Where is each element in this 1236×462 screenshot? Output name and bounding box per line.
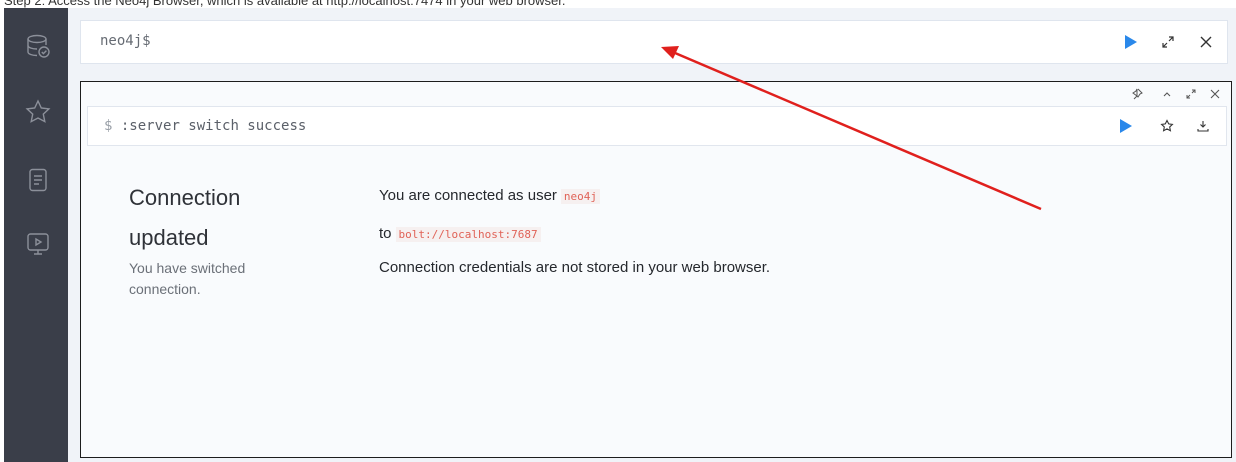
- frame-title-line2: updated: [129, 225, 209, 250]
- credentials-note: Connection credentials are not stored in…: [379, 259, 771, 276]
- caption-label: Step 2: Access the Neo4j Browser, which …: [4, 0, 566, 8]
- result-frame: $ :server switch success Connection upda…: [80, 81, 1232, 458]
- download-icon[interactable]: [1196, 119, 1210, 133]
- main-area: neo4j $ $:server switch success Connecti…: [68, 8, 1236, 462]
- connected-to-line: to bolt://localhost:7687: [379, 225, 541, 242]
- frame-command-input[interactable]: $ :server switch success: [104, 118, 306, 134]
- pin-icon[interactable]: [1131, 88, 1143, 100]
- monitor-play-icon[interactable]: [24, 230, 52, 258]
- frame-title-line1: Connection: [129, 185, 241, 210]
- collapse-icon[interactable]: [1161, 88, 1173, 100]
- sidebar: [4, 8, 68, 462]
- close-icon[interactable]: [1199, 35, 1213, 49]
- bolt-url-code: bolt://localhost:7687: [395, 227, 541, 242]
- prompt-symbol: $: [104, 118, 113, 134]
- frame-subtitle-line1: You have switched: [129, 260, 246, 276]
- database-icon[interactable]: [24, 32, 52, 60]
- frame-command-bar: $ :server switch success: [87, 106, 1227, 146]
- favorite-star-icon[interactable]: [1160, 119, 1174, 133]
- editor-bar: neo4j$: [80, 20, 1228, 64]
- username-code: neo4j: [560, 189, 601, 204]
- connected-as-text: You are connected as user: [379, 187, 557, 204]
- expand-icon[interactable]: [1161, 35, 1175, 49]
- frame-close-icon[interactable]: [1209, 88, 1221, 100]
- to-text: to: [379, 225, 392, 242]
- caption-text: Step 2: Access the Neo4j Browser, which …: [0, 0, 1236, 8]
- rerun-button[interactable]: [1120, 119, 1132, 133]
- frame-subtitle-line2: connection.: [129, 281, 201, 297]
- editor-input[interactable]: neo4j$: [100, 33, 151, 49]
- run-button[interactable]: [1125, 35, 1137, 49]
- star-icon[interactable]: [24, 98, 52, 126]
- document-icon[interactable]: [24, 166, 52, 194]
- neo4j-browser-window: neo4j $ $:server switch success Connecti…: [4, 8, 1236, 462]
- fullscreen-icon[interactable]: [1185, 88, 1197, 100]
- connected-as-line: You are connected as user neo4j: [379, 187, 601, 204]
- frame-command-text: :server switch success: [120, 118, 307, 134]
